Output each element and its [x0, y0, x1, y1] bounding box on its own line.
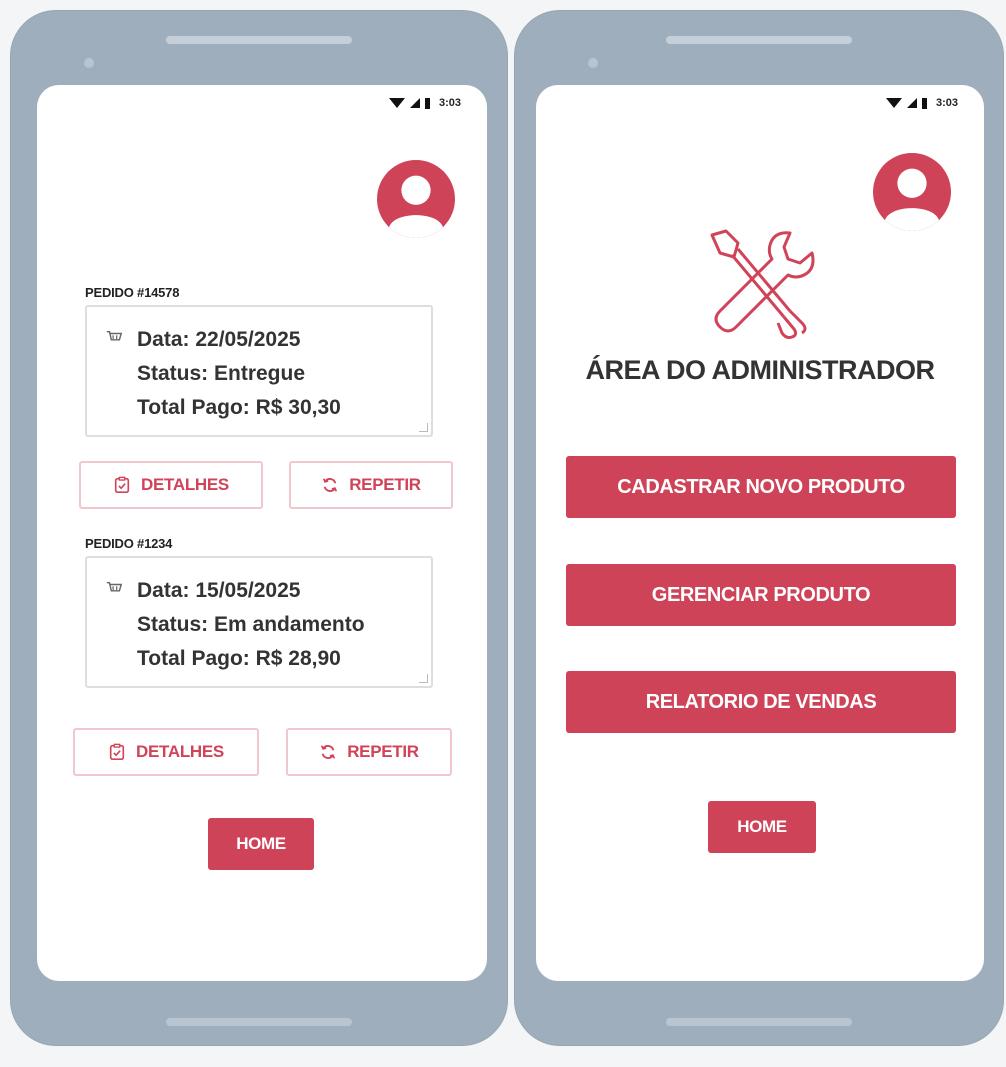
details-button[interactable]: DETALHES [79, 461, 263, 509]
admin-screen: 3:03 ÁREA DO ADMINISTRADOR CADASTRAR NOV… [536, 85, 984, 981]
details-button-label: DETALHES [136, 742, 224, 761]
order-status: Status: Em andamento [137, 613, 365, 636]
cart-icon [106, 581, 123, 592]
refresh-icon [321, 745, 336, 759]
order-details-text: Data: 22/05/2025 Status: Entregue Total … [137, 323, 341, 425]
sales-report-button[interactable]: RELATORIO DE VENDAS [566, 671, 956, 733]
order-total: Total Pago: R$ 30,30 [137, 396, 341, 419]
mockup-stage: 3:03 PEDIDO #14578 Data: 22/05/2025 Stat… [0, 0, 1006, 1067]
order-date: Data: 15/05/2025 [137, 579, 301, 602]
repeat-button-label: REPETIR [347, 742, 419, 761]
order-date: Data: 22/05/2025 [137, 328, 301, 351]
battery-icon [921, 97, 927, 109]
register-product-button[interactable]: CADASTRAR NOVO PRODUTO [566, 456, 956, 518]
order-label: PEDIDO #14578 [85, 285, 180, 300]
admin-title: ÁREA DO ADMINISTRADOR [585, 355, 936, 385]
phone-camera [84, 58, 94, 68]
refresh-icon [323, 478, 338, 492]
signal-icon [906, 98, 917, 108]
manage-product-button[interactable]: GERENCIAR PRODUTO [566, 564, 956, 626]
order-status: Status: Entregue [137, 362, 306, 385]
status-bar: 3:03 [885, 97, 958, 109]
order-card: Data: 22/05/2025 Status: Entregue Total … [85, 305, 433, 437]
phone-speaker [166, 36, 352, 44]
order-card: Data: 15/05/2025 Status: Em andamento To… [85, 556, 433, 688]
user-avatar-icon[interactable] [377, 160, 455, 238]
status-bar: 3:03 [388, 97, 461, 109]
order-label: PEDIDO #1234 [85, 536, 173, 551]
battery-icon [424, 97, 430, 109]
repeat-button[interactable]: REPETIR [289, 461, 453, 509]
wifi-icon [885, 98, 902, 108]
details-button-label: DETALHES [141, 475, 229, 494]
home-button[interactable]: HOME [708, 801, 816, 853]
repeat-button-label: REPETIR [349, 475, 421, 494]
resize-grip [419, 674, 428, 683]
details-button[interactable]: DETALHES [73, 728, 259, 776]
orders-screen: 3:03 PEDIDO #14578 Data: 22/05/2025 Stat… [37, 85, 487, 981]
cart-icon [106, 330, 123, 341]
status-time: 3:03 [438, 97, 461, 109]
order-total: Total Pago: R$ 28,90 [137, 647, 341, 670]
status-time: 3:03 [935, 97, 958, 109]
phone-home-indicator [166, 1018, 352, 1026]
resize-grip [419, 423, 428, 432]
phone-speaker [666, 36, 852, 44]
phone-home-indicator [666, 1018, 852, 1026]
wifi-icon [388, 98, 405, 108]
phone-admin: 3:03 ÁREA DO ADMINISTRADOR CADASTRAR NOV… [514, 10, 1004, 1046]
clipboard-check-icon [114, 476, 130, 494]
signal-icon [409, 98, 420, 108]
repeat-button[interactable]: REPETIR [286, 728, 452, 776]
order-details-text: Data: 15/05/2025 Status: Em andamento To… [137, 574, 365, 676]
phone-orders: 3:03 PEDIDO #14578 Data: 22/05/2025 Stat… [10, 10, 508, 1046]
wrench-screwdriver-icon [710, 229, 815, 339]
clipboard-check-icon [109, 743, 125, 761]
user-avatar-icon[interactable] [873, 153, 951, 231]
home-button[interactable]: HOME [208, 818, 314, 870]
phone-camera [588, 58, 598, 68]
